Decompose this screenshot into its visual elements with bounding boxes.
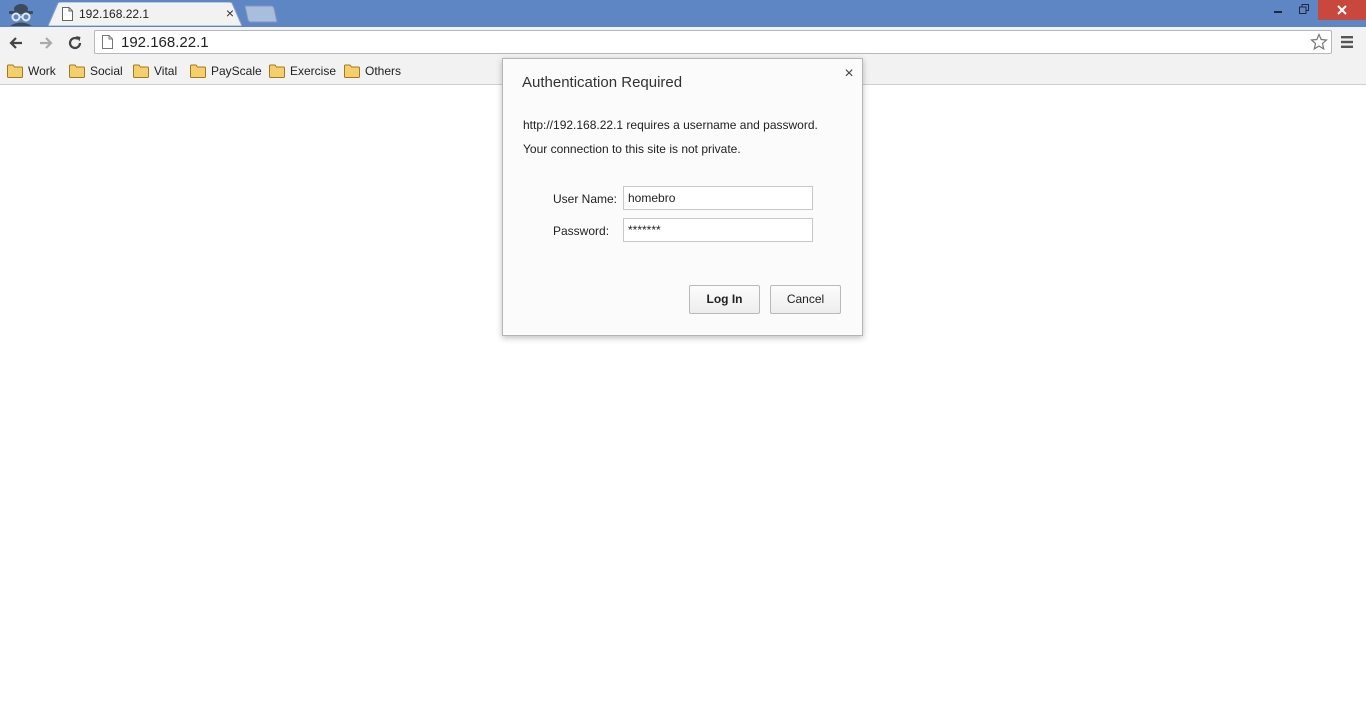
- restore-button[interactable]: [1291, 0, 1317, 20]
- incognito-icon: [4, 0, 42, 26]
- password-input[interactable]: [623, 218, 813, 242]
- folder-icon: [133, 64, 149, 78]
- folder-icon: [269, 64, 285, 78]
- window-close-button[interactable]: [1318, 0, 1366, 20]
- reload-icon: [68, 36, 82, 50]
- forward-button[interactable]: [35, 32, 57, 54]
- folder-icon: [7, 64, 23, 78]
- username-label: User Name:: [553, 192, 618, 206]
- password-label: Password:: [553, 224, 610, 238]
- new-tab-button[interactable]: [244, 5, 278, 23]
- folder-icon: [69, 64, 85, 78]
- page-icon: [102, 35, 113, 49]
- address-bar[interactable]: 192.168.22.1: [94, 30, 1332, 54]
- tab-close-icon[interactable]: ×: [223, 5, 237, 21]
- tab-active[interactable]: 192.168.22.1 ×: [48, 2, 242, 26]
- bookmark-label: PayScale: [211, 64, 262, 78]
- folder-icon: [344, 64, 360, 78]
- page-icon: [62, 7, 73, 21]
- forward-arrow-icon: [40, 37, 53, 49]
- bookmark-label: Work: [28, 64, 56, 78]
- minimize-button[interactable]: [1265, 0, 1291, 20]
- folder-icon: [190, 64, 206, 78]
- browser-toolbar: 192.168.22.1: [0, 27, 1366, 59]
- bookmark-label: Social: [90, 64, 123, 78]
- back-button[interactable]: [5, 32, 27, 54]
- username-input[interactable]: [623, 186, 813, 210]
- dialog-close-icon[interactable]: ×: [841, 65, 857, 83]
- auth-dialog: Authentication Required × http://192.168…: [502, 58, 863, 336]
- back-arrow-icon: [9, 37, 22, 49]
- title-bar: 192.168.22.1 ×: [0, 0, 1366, 27]
- dialog-warning: Your connection to this site is not priv…: [523, 142, 741, 156]
- bookmark-label: Others: [365, 64, 402, 78]
- star-icon[interactable]: [1310, 33, 1328, 51]
- dialog-message: http://192.168.22.1 requires a username …: [523, 118, 818, 132]
- url-text: 192.168.22.1: [121, 34, 209, 51]
- dialog-title: Authentication Required: [522, 74, 683, 91]
- bookmark-label: Exercise: [290, 64, 337, 78]
- login-button[interactable]: Log In: [689, 285, 760, 314]
- reload-button[interactable]: [64, 32, 86, 54]
- hamburger-menu-icon[interactable]: [1340, 35, 1356, 51]
- cancel-button[interactable]: Cancel: [770, 285, 841, 314]
- tab-title: 192.168.22.1: [79, 7, 150, 21]
- bookmark-label: Vital: [154, 64, 178, 78]
